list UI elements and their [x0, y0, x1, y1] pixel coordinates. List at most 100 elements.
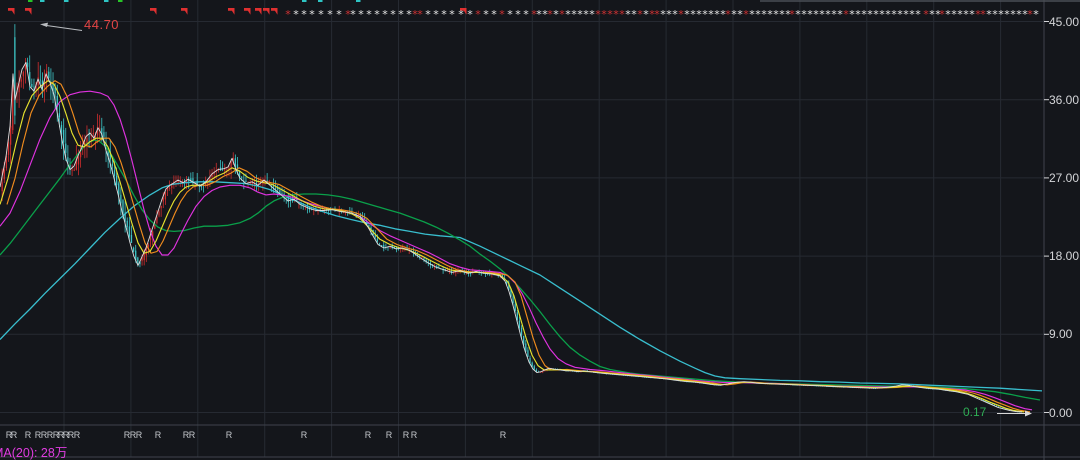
candle-body [256, 183, 257, 184]
candle-body [23, 72, 24, 76]
ma-line-magenta [0, 91, 1032, 410]
ma-line-green [0, 140, 1040, 400]
event-star-icon: * [417, 8, 423, 21]
restructure-marker: R [386, 430, 393, 440]
candle-body [423, 258, 424, 259]
event-star-icon: * [499, 8, 505, 21]
event-star-icon: * [425, 8, 431, 21]
event-star-icon: * [467, 8, 473, 21]
clipped-legend-fragment [118, 0, 123, 2]
candle-body [78, 157, 79, 165]
restructure-marker: R [74, 430, 81, 440]
candle-body [129, 226, 130, 236]
event-star-icon: * [441, 8, 447, 21]
candle-body [383, 245, 384, 247]
event-star-icon: * [483, 8, 489, 21]
event-star-icon: * [475, 8, 481, 21]
candle-body [80, 152, 81, 157]
event-flag-icon [271, 8, 278, 15]
clipped-legend-fragment [40, 0, 45, 2]
high-annotation-arrowhead [40, 23, 48, 27]
restructure-marker: R [226, 430, 233, 440]
event-flag-icon [228, 8, 235, 15]
y-axis-label: 0.00 [1049, 406, 1072, 420]
restructure-marker: R [155, 430, 162, 440]
candle-body [10, 126, 11, 145]
event-star-icon: * [449, 8, 455, 21]
candle-body [118, 183, 119, 194]
restructure-marker: R [500, 430, 507, 440]
event-flag-icon [25, 8, 32, 15]
candle-body [14, 37, 15, 115]
event-markers: ****************************************… [6, 0, 1040, 440]
ma-line-cyan [0, 182, 1042, 391]
event-star-icon: * [523, 8, 529, 21]
candle-body [245, 181, 246, 182]
candle-body [21, 79, 22, 81]
candle-body [377, 239, 378, 242]
event-star-icon: * [327, 8, 333, 21]
y-axis-label: 27.00 [1049, 171, 1079, 185]
stock-chart-window: ****************************************… [0, 0, 1080, 460]
candle-body [379, 244, 380, 245]
candle-body [133, 248, 134, 252]
candle-body [158, 212, 159, 216]
candle-body [241, 177, 242, 178]
candle-body [512, 297, 513, 303]
candle-body [275, 188, 276, 189]
candle-body [226, 169, 227, 170]
candle-body [317, 211, 318, 212]
event-star-icon: * [358, 8, 364, 21]
grid-lines [0, 0, 1044, 457]
candle-body [67, 157, 68, 161]
restructure-marker: R [189, 430, 196, 440]
candle-body [114, 170, 115, 176]
ma-line-white [0, 62, 1022, 412]
event-star-icon: * [293, 8, 299, 21]
clipped-legend-fragment [104, 0, 109, 2]
price-chart-canvas[interactable]: ****************************************… [0, 0, 1080, 460]
event-star-icon: * [915, 8, 921, 21]
event-star-icon: * [366, 8, 372, 21]
clipped-legend-fragment [28, 0, 33, 2]
candle-body [63, 130, 64, 143]
candle-body [131, 235, 132, 243]
candle-body [137, 257, 138, 262]
restructure-marker: R [11, 430, 18, 440]
event-star-icon: * [515, 8, 521, 21]
clipped-legend-fragment [64, 0, 69, 2]
event-star-icon: * [285, 8, 291, 21]
event-flag-icon [8, 8, 15, 15]
y-axis-label: 45.00 [1049, 15, 1079, 29]
candle-body [33, 87, 34, 88]
candle-body [165, 192, 166, 199]
restructure-marker: R [411, 430, 418, 440]
candle-body [368, 225, 369, 227]
restructure-marker: R [365, 430, 372, 440]
event-star-icon: * [374, 8, 380, 21]
candle-body [279, 190, 280, 193]
event-flag-icon [150, 8, 157, 15]
candle-body [116, 176, 117, 185]
y-axis-label: 9.00 [1049, 327, 1072, 341]
candle-body [127, 221, 128, 227]
axis-lines [0, 0, 1080, 460]
clipped-legend-fragment [318, 0, 323, 2]
event-star-icon: * [398, 8, 404, 21]
high-annotation-arrow [43, 25, 82, 31]
candle-body [40, 80, 41, 81]
candlestick-series [2, 24, 1023, 412]
candle-body [150, 237, 151, 240]
event-flag-icon [263, 8, 270, 15]
event-star-icon: * [309, 8, 315, 21]
candle-body [190, 178, 191, 180]
event-star-icon: * [301, 8, 307, 21]
candle-body [74, 170, 75, 171]
candle-body [31, 84, 32, 87]
event-star-icon: * [433, 8, 439, 21]
candle-body [71, 170, 72, 171]
event-flag-icon [255, 8, 262, 15]
event-star-icon: * [507, 8, 513, 21]
event-star-icon: * [382, 8, 388, 21]
event-flag-icon [181, 8, 188, 15]
